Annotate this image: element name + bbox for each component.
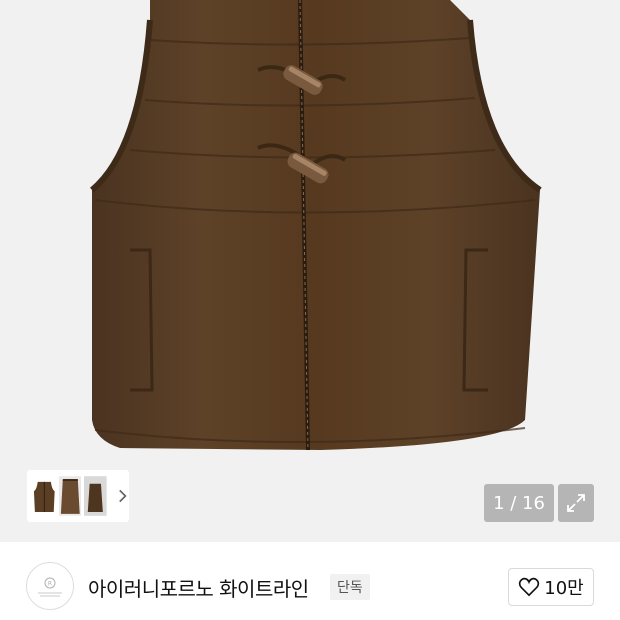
svg-text:R: R: [48, 581, 52, 588]
like-count: 10만: [544, 578, 584, 599]
product-image-viewer[interactable]: 1 / 16: [0, 0, 620, 542]
vest-back-thumb-icon[interactable]: [58, 475, 82, 517]
exclusive-badge: 단독: [330, 574, 370, 600]
vest-front-thumb-icon[interactable]: [33, 475, 56, 517]
chevron-right-icon[interactable]: [116, 488, 129, 504]
expand-arrows-icon: [567, 494, 585, 512]
expand-button[interactable]: [558, 484, 594, 522]
like-button[interactable]: 10만: [508, 568, 594, 606]
brand-name[interactable]: 아이러니포르노 화이트라인: [88, 573, 309, 602]
product-image[interactable]: [0, 0, 620, 542]
image-counter: 1 / 16: [484, 484, 554, 522]
brand-logo-icon[interactable]: R: [26, 562, 74, 610]
thumbnail-strip[interactable]: [27, 470, 129, 522]
heart-outline-icon: [519, 577, 540, 597]
vest-side-thumb-icon[interactable]: [84, 475, 107, 517]
